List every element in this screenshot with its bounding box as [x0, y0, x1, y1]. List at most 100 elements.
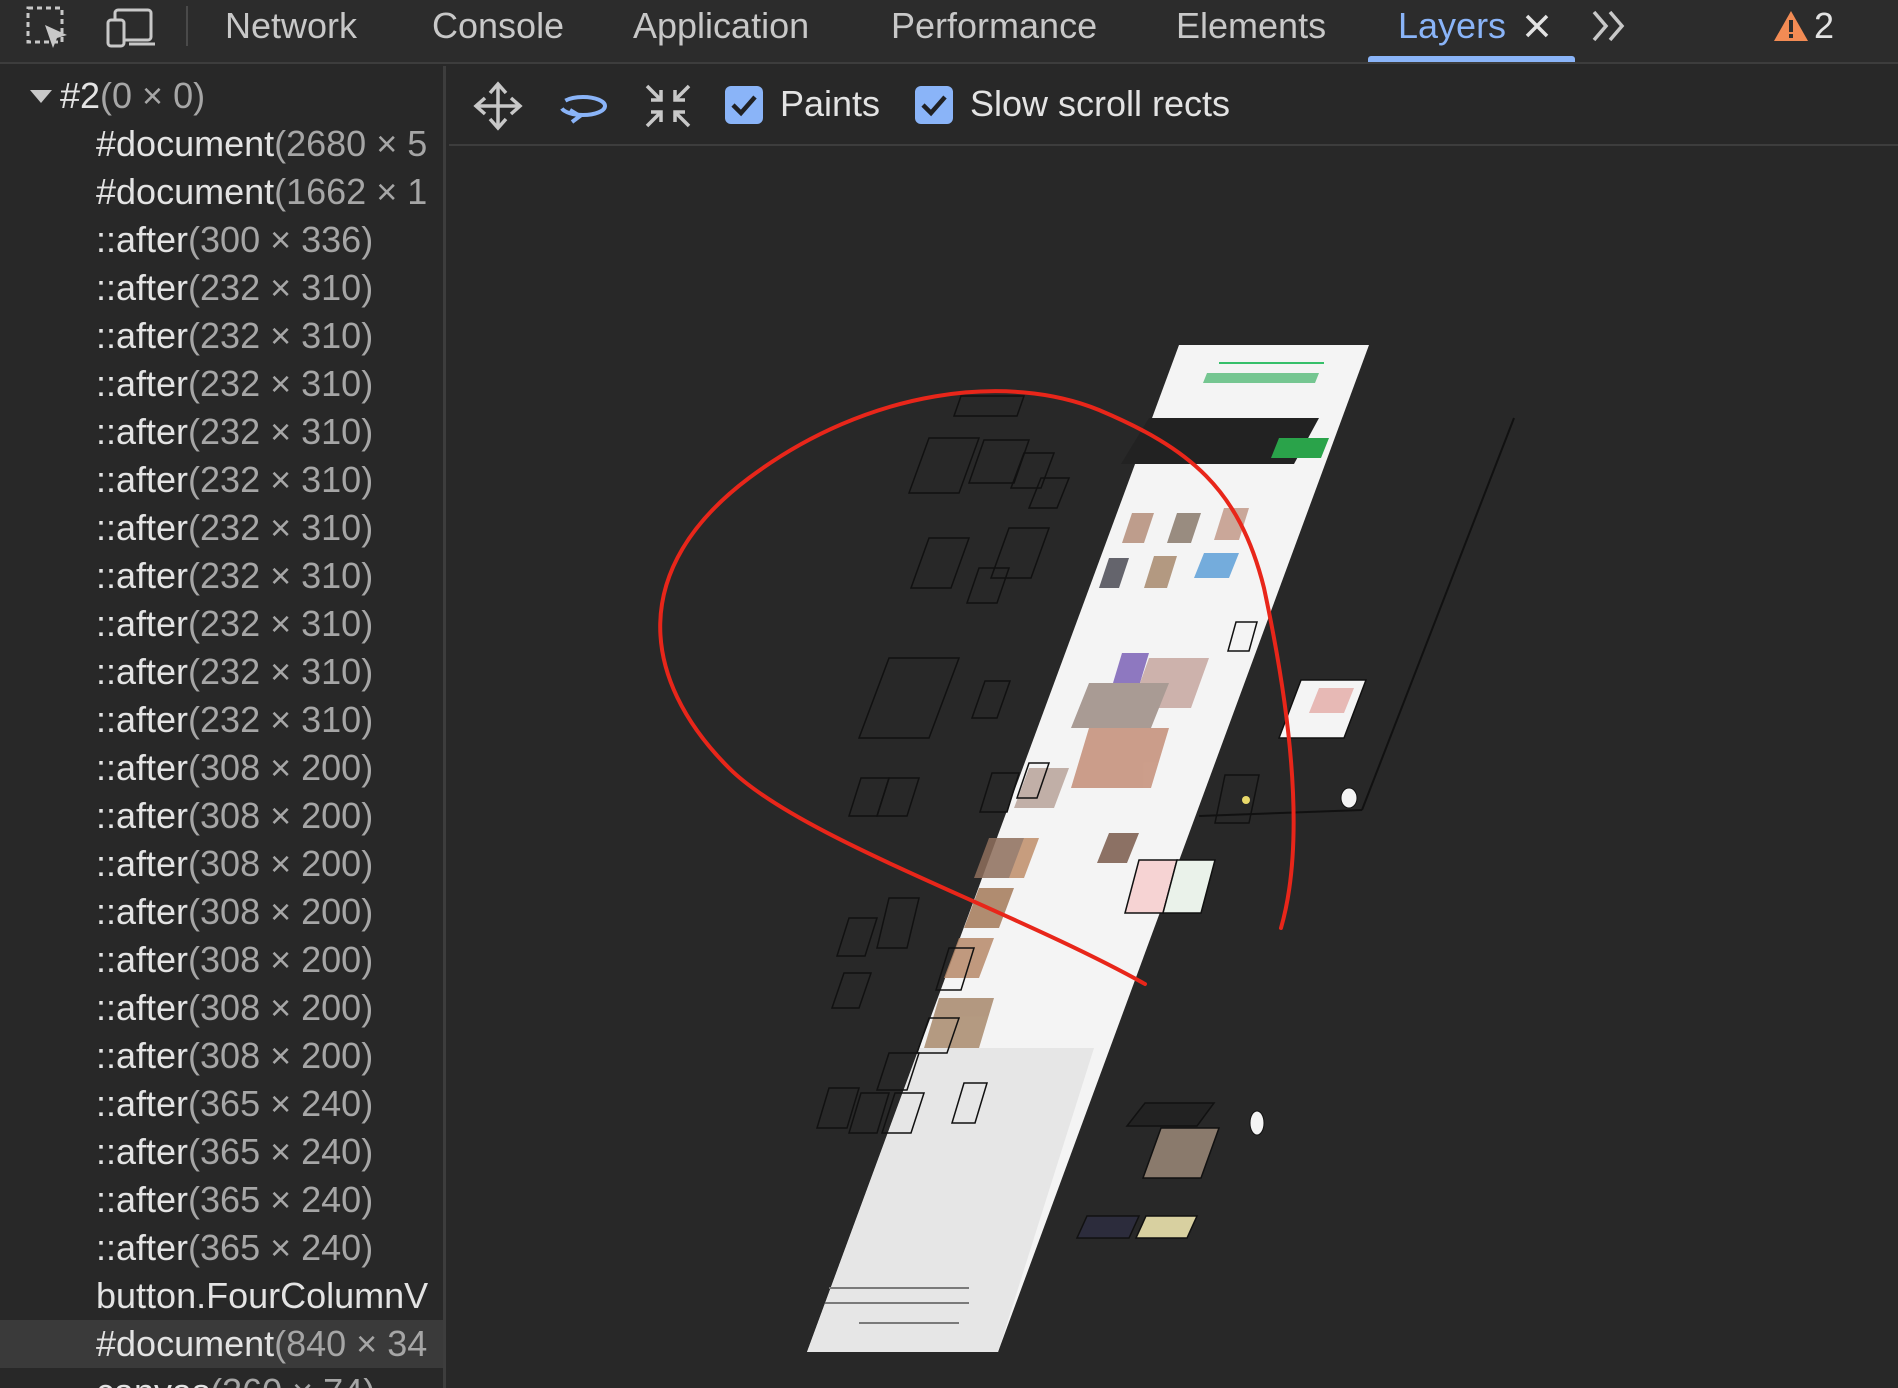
tree-item-name: #document: [96, 123, 275, 164]
paints-checkbox[interactable]: [725, 86, 763, 124]
warnings-counter[interactable]: 2: [1772, 2, 1834, 50]
device-toggle-icon[interactable]: [104, 4, 160, 52]
tree-item[interactable]: ::after(365 × 240): [0, 1224, 443, 1272]
tree-item-name: ::after: [96, 219, 189, 260]
tree-item[interactable]: #document(1662 × 1: [0, 168, 443, 216]
tree-item[interactable]: ::after(308 × 200): [0, 888, 443, 936]
tree-item-name: ::after: [96, 507, 189, 548]
tree-item-name: ::after: [96, 699, 189, 740]
tree-item[interactable]: ::after(232 × 310): [0, 408, 443, 456]
tree-item-name: canvas: [96, 1371, 210, 1388]
tree-item-dims: (308 × 200): [188, 795, 374, 836]
tree-item-name: #2: [60, 75, 101, 116]
tree-item-dims: (232 × 310): [188, 363, 374, 404]
tree-item[interactable]: ::after(232 × 310): [0, 312, 443, 360]
tree-item[interactable]: #document(840 × 34: [0, 1320, 443, 1368]
tree-item-name: #document: [96, 1323, 275, 1364]
checkmark-icon: [921, 95, 947, 117]
close-icon[interactable]: [1521, 10, 1553, 42]
tree-item[interactable]: ::after(232 × 310): [0, 696, 443, 744]
tree-item[interactable]: ::after(308 × 200): [0, 792, 443, 840]
tree-item-name: ::after: [96, 459, 189, 500]
tree-item-dims: (308 × 200): [188, 747, 374, 788]
tree-item[interactable]: ::after(365 × 240): [0, 1080, 443, 1128]
tree-item-name: button.FourColumnV: [96, 1275, 429, 1316]
tree-item[interactable]: ::after(308 × 200): [0, 744, 443, 792]
tree-item[interactable]: ::after(308 × 200): [0, 840, 443, 888]
tree-item-name: ::after: [96, 363, 189, 404]
tree-item-dims: (232 × 310): [188, 411, 374, 452]
tree-item-name: ::after: [96, 1035, 189, 1076]
layers-3d-canvas[interactable]: [449, 148, 1898, 1388]
checkmark-icon: [731, 95, 757, 117]
warning-count: 2: [1814, 5, 1835, 46]
tree-item[interactable]: ::after(308 × 200): [0, 1032, 443, 1080]
tree-item-dims: (365 × 240): [188, 1083, 374, 1124]
tree-item[interactable]: ::after(232 × 310): [0, 264, 443, 312]
layers-viewer-toolbar: Paints Slow scroll rects: [449, 66, 1898, 146]
tree-item-dims: (232 × 310): [188, 651, 374, 692]
tree-item-dims: (232 × 310): [188, 267, 374, 308]
tree-item-name: ::after: [96, 411, 189, 452]
tab-elements[interactable]: Elements: [1176, 0, 1326, 56]
tree-item[interactable]: ::after(308 × 200): [0, 936, 443, 984]
paints-label[interactable]: Paints: [780, 82, 880, 126]
tree-item-name: ::after: [96, 651, 189, 692]
tree-item-dims: (360 × 74): [210, 1371, 375, 1388]
tree-item-dims: (308 × 200): [188, 843, 374, 884]
tab-network[interactable]: Network: [225, 0, 357, 56]
tree-item[interactable]: ::after(365 × 240): [0, 1128, 443, 1176]
tree-item-dims: (365 × 240): [188, 1179, 374, 1220]
tree-item-name: ::after: [96, 1083, 189, 1124]
tree-item-name: ::after: [96, 939, 189, 980]
tree-item-dims: (232 × 310): [188, 603, 374, 644]
caret-down-icon[interactable]: [30, 90, 52, 103]
tree-item-name: ::after: [96, 1179, 189, 1220]
tab-performance[interactable]: Performance: [891, 0, 1097, 56]
tree-item[interactable]: #document(2680 × 5: [0, 120, 443, 168]
tree-item-dims: (308 × 200): [188, 987, 374, 1028]
tree-item-dims: (232 × 310): [188, 555, 374, 596]
tree-item-dims: (2680 × 5: [274, 123, 428, 164]
tree-item[interactable]: ::after(365 × 240): [0, 1176, 443, 1224]
tree-item-dims: (365 × 240): [188, 1131, 374, 1172]
page-layer-slab[interactable]: [807, 345, 1369, 1352]
tab-application[interactable]: Application: [633, 0, 809, 56]
tree-item-name: ::after: [96, 843, 189, 884]
tree-item[interactable]: ::after(232 × 310): [0, 456, 443, 504]
rotate-mode-icon[interactable]: [556, 80, 610, 132]
devtools-tab-bar: Network Console Application Performance …: [0, 0, 1898, 64]
toolbar-divider: [186, 6, 188, 46]
tree-item[interactable]: ::after(232 × 310): [0, 600, 443, 648]
tree-item-dims: (0 × 0): [100, 75, 206, 116]
tree-item-name: ::after: [96, 891, 189, 932]
tree-item-dims: (308 × 200): [188, 1035, 374, 1076]
tree-item-name: ::after: [96, 747, 189, 788]
slow-scroll-rects-label[interactable]: Slow scroll rects: [970, 82, 1230, 126]
tree-item[interactable]: ::after(300 × 336): [0, 216, 443, 264]
layer-tree: #2(0 × 0) #document(2680 × 5 #document(16…: [0, 66, 446, 1388]
tree-item-name: ::after: [96, 555, 189, 596]
tree-item[interactable]: ::after(232 × 310): [0, 504, 443, 552]
reset-transform-icon[interactable]: [641, 80, 695, 132]
tree-root-item[interactable]: #2(0 × 0): [0, 72, 443, 120]
tree-item-name: ::after: [96, 315, 189, 356]
warning-triangle-icon: [1774, 11, 1808, 41]
tree-item[interactable]: canvas(360 × 74): [0, 1368, 443, 1388]
tree-item-dims: (232 × 310): [188, 459, 374, 500]
active-tab-indicator: [1368, 56, 1575, 62]
slow-scroll-rects-checkbox[interactable]: [915, 86, 953, 124]
tree-item-name: #document: [96, 171, 275, 212]
tab-layers[interactable]: Layers: [1398, 0, 1506, 56]
tree-item[interactable]: ::after(232 × 310): [0, 552, 443, 600]
chevron-double-right-icon[interactable]: [1586, 4, 1634, 48]
tab-console[interactable]: Console: [432, 0, 564, 56]
pan-mode-icon[interactable]: [471, 80, 525, 132]
inspect-element-icon[interactable]: [20, 4, 76, 52]
tree-item[interactable]: ::after(308 × 200): [0, 984, 443, 1032]
tree-item[interactable]: ::after(232 × 310): [0, 648, 443, 696]
tree-item[interactable]: button.FourColumnV: [0, 1272, 443, 1320]
tree-item[interactable]: ::after(232 × 310): [0, 360, 443, 408]
tree-item-name: ::after: [96, 267, 189, 308]
tree-item-dims: (232 × 310): [188, 699, 374, 740]
